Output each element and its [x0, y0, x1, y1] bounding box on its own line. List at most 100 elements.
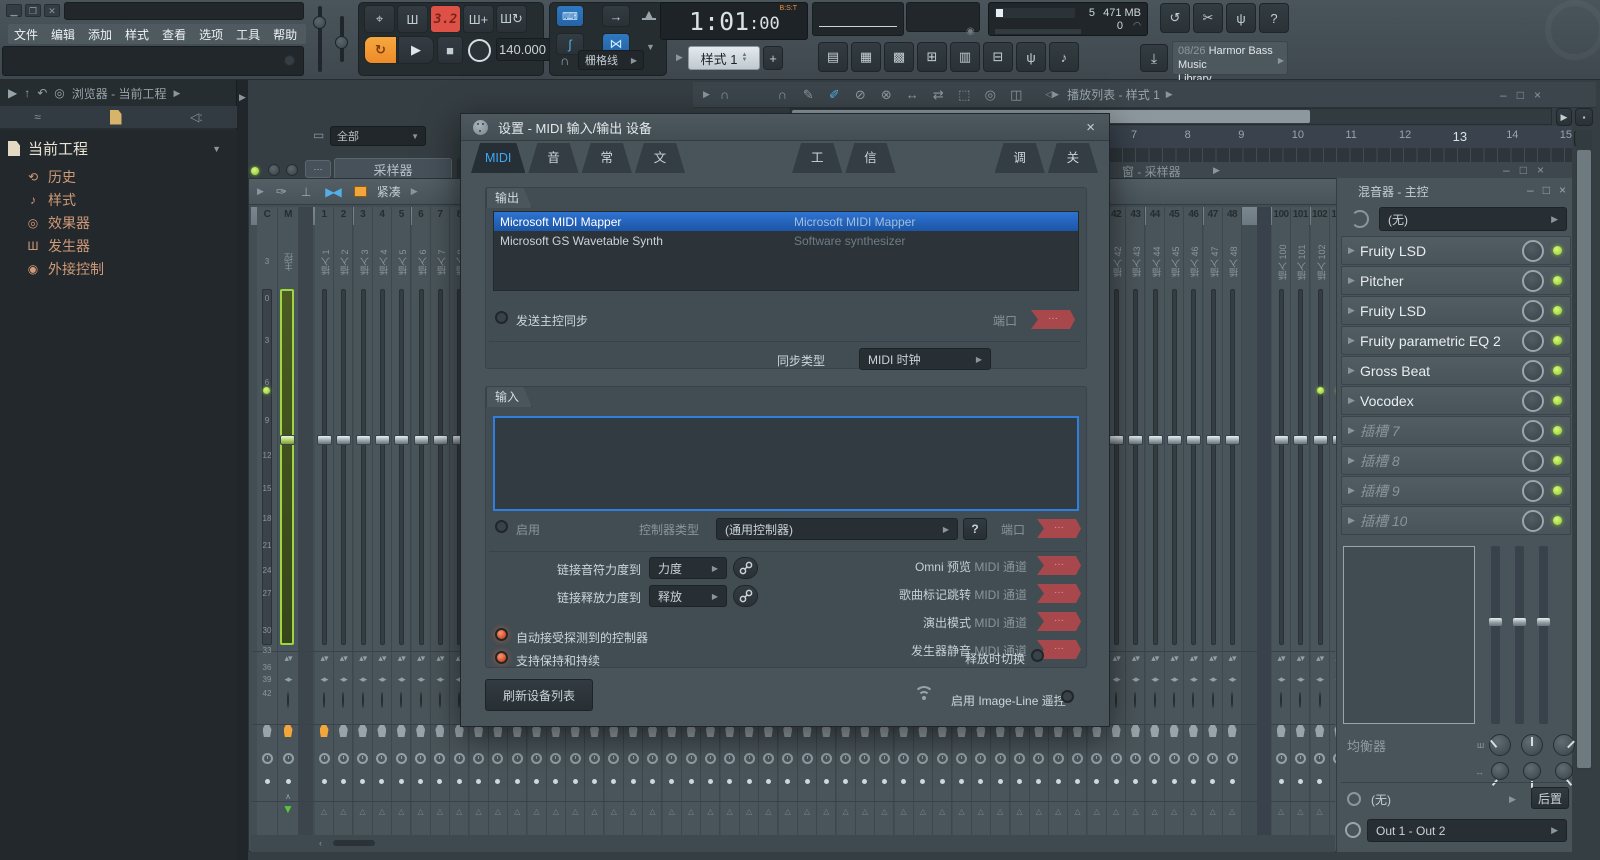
mixer-track-3[interactable]: 3插入 3▴▾◂▸△ [354, 207, 373, 851]
tree-root[interactable]: 当前工程 ▼ [0, 130, 237, 165]
browser-item[interactable]: ◎ 效果器 [0, 211, 237, 234]
link-knob-icon[interactable] [733, 557, 758, 579]
midi-output-row[interactable]: Microsoft MIDI Mapper Microsoft MIDI Map… [494, 212, 1078, 231]
slot-enable-led[interactable] [1553, 426, 1562, 435]
eq-band-track[interactable] [1539, 546, 1548, 724]
dialog-tab[interactable]: 信息 [845, 143, 895, 173]
mixer-track-6[interactable]: 6插入 6▴▾◂▸△ [412, 207, 431, 851]
playlist-tool-icon[interactable]: ⇄ [925, 87, 951, 103]
typing-keyboard-icon[interactable]: ⌨ [556, 5, 584, 27]
effect-slot[interactable]: ▶ Fruity parametric EQ 2 [1341, 326, 1571, 355]
menu-item[interactable]: 帮助 [273, 26, 297, 43]
slot-caret-icon[interactable]: ▶ [1348, 515, 1355, 526]
slot-enable-led[interactable] [1553, 246, 1562, 255]
remote-radio[interactable] [1061, 690, 1074, 703]
ruler-bar-8[interactable]: 8 [1185, 129, 1191, 141]
eq-knob[interactable] [1553, 734, 1575, 756]
mixer-track-2[interactable]: 2插入 2▴▾◂▸△ [334, 207, 353, 851]
dialog-titlebar[interactable]: 设置 - MIDI 输入/输出 设备 × [461, 114, 1109, 141]
slot-caret-icon[interactable]: ▶ [1348, 305, 1355, 316]
window-toggle-icon[interactable]: ♪ [1049, 42, 1079, 72]
sync-type-select[interactable]: MIDI 时钟▶ [859, 348, 991, 370]
slot-enable-led[interactable] [1553, 396, 1562, 405]
post-fx-value[interactable]: (无) [1371, 791, 1391, 808]
send-sync-radio[interactable] [495, 311, 508, 324]
transport-button[interactable]: 3.2 [430, 5, 461, 33]
layout-color-icon[interactable] [354, 186, 367, 197]
toolbar-icon[interactable]: ✂ [1193, 3, 1223, 33]
metronome-icon[interactable]: ▲ [642, 6, 656, 20]
dialog-tab[interactable]: 调试 [995, 143, 1045, 173]
slot-enable-led[interactable] [1553, 516, 1562, 525]
slot-caret-icon[interactable]: ▶ [1348, 395, 1355, 406]
eq-knob[interactable] [1489, 734, 1511, 756]
playlist-tool-icon[interactable]: ◫ [1003, 87, 1029, 103]
channel-target-button[interactable]: ··· [305, 160, 331, 178]
effect-slot[interactable]: ▶ 插槽 10 [1341, 506, 1571, 535]
transport-button[interactable]: ⌖ [364, 5, 395, 33]
sidechain-input-icon[interactable] [1351, 210, 1369, 228]
toolbar-icon[interactable]: ? [1259, 3, 1289, 33]
dock-icon[interactable]: ⊥ [301, 185, 311, 199]
pattern-selector[interactable]: 样式 1▲▼ [688, 46, 760, 70]
effect-slot[interactable]: ▶ Fruity LSD [1341, 236, 1571, 265]
slot-mix-knob[interactable] [1522, 480, 1544, 502]
channel-filter-select[interactable]: 全部▼ [330, 126, 426, 146]
link-knob-icon[interactable] [733, 585, 758, 607]
browser-item[interactable]: ⟲ 历史 [0, 165, 237, 188]
ruler-bar-15[interactable]: 15 [1560, 129, 1572, 141]
window-toggle-icon[interactable]: ▩ [884, 42, 914, 72]
slot-mix-knob[interactable] [1522, 450, 1544, 472]
up-icon[interactable]: ↑ [24, 86, 30, 100]
scroll-left-icon[interactable]: ‹ [319, 838, 322, 848]
headphones-icon[interactable]: ∩ [720, 87, 729, 102]
eq-band-track[interactable] [1491, 546, 1500, 724]
window-toggle-icon[interactable]: ▦ [851, 42, 881, 72]
dialog-close-icon[interactable]: × [1086, 119, 1095, 136]
ruler-bar-11[interactable]: 11 [1345, 129, 1356, 141]
channel-button[interactable]: 采样器 [334, 158, 452, 180]
eq-band-handle[interactable] [1513, 618, 1526, 626]
toolbar-icon[interactable]: ↺ [1160, 3, 1190, 33]
mixer-layout-label[interactable]: 紧凑 [377, 183, 401, 200]
playlist-tool-icon[interactable]: ◎ [977, 87, 1003, 103]
window-toggle-icon[interactable]: ⊞ [917, 42, 947, 72]
effect-slot[interactable]: ▶ Pitcher [1341, 266, 1571, 295]
effect-slot[interactable]: ▶ Fruity LSD [1341, 296, 1571, 325]
output-route-icon[interactable] [1345, 822, 1361, 838]
slot-enable-led[interactable] [1553, 276, 1562, 285]
mirror-icon[interactable]: ▶◀ [325, 185, 339, 199]
midi-output-row[interactable]: Microsoft GS Wavetable Synth Software sy… [494, 231, 1078, 250]
slot-caret-icon[interactable]: ▶ [1348, 365, 1355, 376]
channel-pan-knob[interactable] [268, 164, 280, 176]
tab-audio-icon[interactable]: ◁: [190, 110, 203, 124]
stop-button[interactable]: ■ [437, 36, 463, 64]
restore-icon[interactable]: ❐ [25, 4, 41, 17]
dialog-tab[interactable]: 常规 [582, 143, 632, 173]
eq-band-handle[interactable] [1537, 618, 1550, 626]
slot-mix-knob[interactable] [1522, 270, 1544, 292]
mixer-track-4[interactable]: 4插入 4▴▾◂▸△ [373, 207, 392, 851]
dialog-tab[interactable]: 关于 [1048, 143, 1098, 173]
slot-enable-led[interactable] [1553, 366, 1562, 375]
eq-knob[interactable] [1521, 734, 1543, 756]
playlist-tool-icon[interactable]: ✎ [795, 87, 821, 103]
menu-item[interactable]: 编辑 [51, 26, 75, 43]
step-record-icon[interactable]: → [602, 5, 630, 27]
playlist-tool-icon[interactable]: ✐ [821, 87, 847, 103]
slot-caret-icon[interactable]: ▶ [1348, 245, 1355, 256]
minimize-icon[interactable]: ▁ [6, 4, 22, 17]
dialog-tab[interactable]: 音频 [528, 143, 578, 173]
ruler-bar-7[interactable]: 7 [1131, 129, 1137, 141]
mixer-track-46[interactable]: 46插入 46▴▾◂▸△ [1184, 207, 1203, 851]
mixer-track-5[interactable]: 5插入 5▴▾◂▸△ [392, 207, 411, 851]
slot-caret-icon[interactable]: ▶ [1348, 275, 1355, 286]
browser-item[interactable]: ♪ 样式 [0, 188, 237, 211]
playlist-zoom-icon[interactable]: ▪ [1575, 108, 1593, 126]
mixer-track-7[interactable]: 7插入 7▴▾◂▸△ [431, 207, 450, 851]
slot-mix-knob[interactable] [1522, 330, 1544, 352]
effect-slot[interactable]: ▶ 插槽 9 [1341, 476, 1571, 505]
transport-button[interactable]: Ш↻ [496, 5, 527, 33]
collapse-caret-icon[interactable]: ▼ [212, 144, 221, 154]
search-icon[interactable]: ◎ [54, 86, 64, 100]
